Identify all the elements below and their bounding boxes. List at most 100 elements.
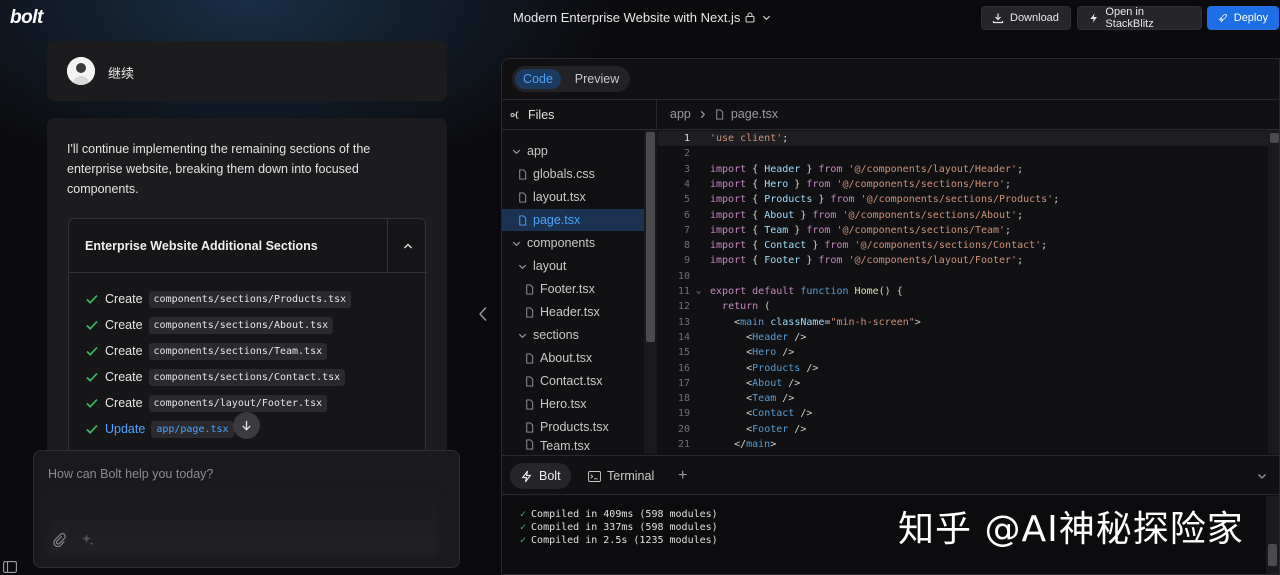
checkmark-icon bbox=[86, 372, 98, 382]
checkmark-icon: ✓ bbox=[520, 509, 527, 520]
chevron-down-icon bbox=[512, 149, 521, 154]
code-line[interactable]: 9 import { Footer } from '@/components/la… bbox=[658, 253, 1268, 268]
tree-file-page-tsx[interactable]: page.tsx bbox=[502, 209, 644, 231]
blurred-suggestions bbox=[48, 483, 438, 555]
tab-bolt[interactable]: Bolt bbox=[510, 463, 571, 489]
tree-folder-components[interactable]: components bbox=[502, 232, 644, 254]
rocket-icon bbox=[1218, 13, 1227, 23]
code-line[interactable]: 21 </main> bbox=[658, 437, 1268, 452]
code-text: export default function Home() { bbox=[710, 286, 903, 297]
code-text: import { Contact } from '@/components/se… bbox=[710, 240, 1048, 252]
file-icon bbox=[526, 283, 534, 295]
terminal-line-text: Compiled in 2.5s (1235 modules) bbox=[531, 535, 718, 546]
tab-code[interactable]: Code bbox=[515, 69, 561, 89]
bolt-logo[interactable]: bolt bbox=[10, 7, 43, 29]
tree-folder-sections[interactable]: sections bbox=[502, 324, 644, 346]
line-number: 9 bbox=[683, 255, 690, 267]
code-line[interactable]: 1 'use client'; bbox=[658, 131, 1268, 147]
code-line[interactable]: 10 bbox=[658, 269, 1268, 284]
top-bar: bolt Modern Enterprise Website with Next… bbox=[0, 0, 1280, 36]
tree-file-globals-css[interactable]: globals.css bbox=[502, 163, 644, 185]
checkmark-icon bbox=[86, 398, 98, 408]
breadcrumb-folder[interactable]: app bbox=[670, 107, 691, 121]
terminal-scrollbar[interactable] bbox=[1266, 496, 1279, 574]
prompt-input[interactable]: How can Bolt help you today? bbox=[33, 450, 460, 568]
tree-file-products-tsx[interactable]: Products.tsx bbox=[502, 416, 644, 438]
files-title: Files bbox=[528, 108, 555, 122]
tree-file-hero-tsx[interactable]: Hero.tsx bbox=[502, 393, 644, 415]
tree-label: globals.css bbox=[533, 167, 595, 181]
code-line[interactable]: 19 <Contact /> bbox=[658, 406, 1268, 421]
scrollbar-thumb[interactable] bbox=[1268, 544, 1277, 566]
chevron-down-icon[interactable] bbox=[761, 12, 772, 23]
line-number: 11 bbox=[677, 286, 690, 297]
code-line[interactable]: 11 ⌄ export default function Home() { bbox=[658, 284, 1268, 299]
line-number: 1 bbox=[683, 133, 690, 144]
code-line[interactable]: 2 bbox=[658, 146, 1268, 161]
code-line[interactable]: 15 <Hero /> bbox=[658, 345, 1268, 360]
tree-folder-app[interactable]: app bbox=[502, 140, 644, 162]
tab-terminal-label: Terminal bbox=[607, 469, 655, 483]
tree-file-contact-tsx[interactable]: Contact.tsx bbox=[502, 370, 644, 392]
chevron-down-icon[interactable] bbox=[1256, 470, 1268, 482]
tree-file-header-tsx[interactable]: Header.tsx bbox=[502, 301, 644, 323]
line-number: 7 bbox=[683, 224, 690, 236]
code-text: <Products /> bbox=[710, 362, 819, 374]
code-line[interactable]: 3 import { Header } from '@/components/la… bbox=[658, 162, 1268, 177]
tree-file-team-tsx[interactable]: Team.tsx bbox=[502, 439, 644, 454]
file-icon bbox=[519, 168, 527, 180]
avatar bbox=[67, 57, 95, 85]
line-number: 13 bbox=[677, 316, 690, 328]
code-line[interactable]: 7 import { Team } from '@/components/sect… bbox=[658, 223, 1268, 238]
add-terminal-button[interactable]: + bbox=[668, 463, 697, 489]
artifact-header[interactable]: Enterprise Website Additional Sections bbox=[69, 219, 427, 273]
action-item-update[interactable]: Update app/page.tsx bbox=[85, 419, 234, 439]
stackblitz-label: Open in StackBlitz bbox=[1105, 6, 1154, 30]
open-in-stackblitz-button[interactable]: Open in StackBlitz bbox=[1077, 6, 1202, 30]
action-path: components/sections/Products.tsx bbox=[148, 290, 352, 308]
tree-file-layout-tsx[interactable]: layout.tsx bbox=[502, 186, 644, 208]
tree-label: layout.tsx bbox=[533, 190, 586, 204]
scroll-to-bottom-button[interactable] bbox=[233, 412, 260, 439]
deploy-button[interactable]: Deploy bbox=[1207, 6, 1279, 30]
tree-label: page.tsx bbox=[533, 213, 581, 227]
code-line[interactable]: 18 <Team /> bbox=[658, 391, 1268, 406]
lock-icon[interactable] bbox=[744, 11, 756, 23]
checkmark-icon: ✓ bbox=[520, 535, 527, 546]
action-item: Create components/sections/Team.tsx bbox=[85, 341, 328, 361]
action-path[interactable]: app/page.tsx bbox=[151, 420, 234, 438]
tree-file-about-tsx[interactable]: About.tsx bbox=[502, 347, 644, 369]
download-button[interactable]: Download bbox=[981, 6, 1071, 30]
code-line[interactable]: 8 import { Contact } from '@/components/s… bbox=[658, 238, 1268, 253]
tab-terminal[interactable]: Terminal bbox=[578, 463, 664, 489]
code-line[interactable]: 12 return ( bbox=[658, 299, 1268, 314]
paperclip-icon[interactable] bbox=[52, 532, 67, 547]
file-tree-scrollbar[interactable] bbox=[644, 130, 657, 454]
code-area[interactable]: 1 'use client'; 2 3 import { Header } from '… bbox=[658, 131, 1268, 454]
line-number: 6 bbox=[683, 209, 690, 221]
action-verb: Create bbox=[105, 318, 143, 332]
line-number: 5 bbox=[683, 194, 690, 206]
chevron-left-icon[interactable] bbox=[477, 306, 489, 322]
code-line[interactable]: 14 <Header /> bbox=[658, 330, 1268, 345]
breadcrumb-file[interactable]: page.tsx bbox=[731, 107, 778, 121]
avatar-portrait-icon bbox=[67, 57, 95, 85]
tab-preview[interactable]: Preview bbox=[567, 69, 627, 89]
code-line[interactable]: 17 <About /> bbox=[658, 376, 1268, 391]
code-line[interactable]: 4 import { Hero } from '@/components/sect… bbox=[658, 177, 1268, 192]
tree-folder-layout[interactable]: layout bbox=[502, 255, 644, 277]
code-line[interactable]: 20 <Footer /> bbox=[658, 422, 1268, 437]
code-line[interactable]: 5 import { Products } from '@/components/… bbox=[658, 192, 1268, 207]
editor-scrollbar[interactable] bbox=[1268, 130, 1279, 454]
scrollbar-thumb[interactable] bbox=[646, 132, 655, 342]
code-line[interactable]: 6 import { About } from '@/components/sec… bbox=[658, 208, 1268, 223]
sidebar-toggle-icon[interactable] bbox=[3, 561, 17, 573]
code-line[interactable]: 16 <Products /> bbox=[658, 361, 1268, 376]
tree-file-footer-tsx[interactable]: Footer.tsx bbox=[502, 278, 644, 300]
fold-chevron-icon[interactable]: ⌄ bbox=[696, 284, 701, 299]
code-line[interactable]: 13 <main className="min-h-screen"> bbox=[658, 315, 1268, 330]
sparkle-icon[interactable] bbox=[80, 532, 95, 547]
artifact-collapse-button[interactable] bbox=[387, 219, 427, 273]
scrollbar-thumb[interactable] bbox=[1270, 133, 1279, 143]
project-title[interactable]: Modern Enterprise Website with Next.js bbox=[513, 10, 740, 25]
